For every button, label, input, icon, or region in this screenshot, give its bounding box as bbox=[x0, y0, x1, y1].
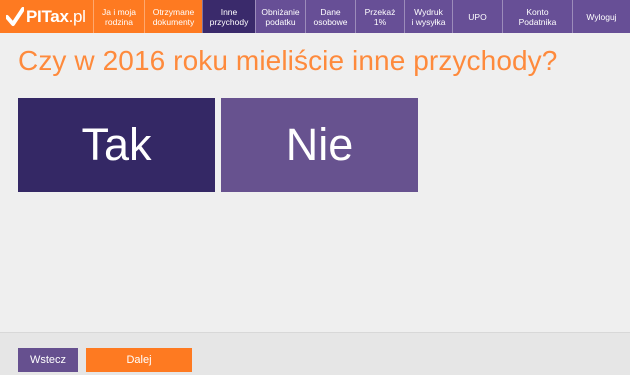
logo-suffix: .pl bbox=[68, 6, 86, 26]
logo-brand: PITax bbox=[26, 6, 69, 26]
nav-item-upo[interactable]: UPO bbox=[452, 0, 502, 33]
nav-item-konto-podatnika[interactable]: Konto Podatnika bbox=[502, 0, 572, 33]
nav-item-inne-przychody[interactable]: Inne przychody bbox=[202, 0, 255, 33]
top-navigation-bar: PITax.pl Ja i moja rodzina Otrzymane dok… bbox=[0, 0, 630, 33]
main-nav: Ja i moja rodzina Otrzymane dokumenty In… bbox=[93, 0, 630, 33]
page-question: Czy w 2016 roku mieliście inne przychody… bbox=[18, 45, 558, 76]
nav-item-przekaz-1[interactable]: Przekaż 1% bbox=[355, 0, 404, 33]
checkmark-icon bbox=[6, 6, 24, 26]
nav-item-ja-i-moja-rodzina[interactable]: Ja i moja rodzina bbox=[93, 0, 144, 33]
yes-option-button[interactable]: Tak bbox=[18, 98, 215, 192]
nav-item-wyloguj[interactable]: Wyloguj bbox=[572, 0, 630, 33]
nav-item-otrzymane-dokumenty[interactable]: Otrzymane dokumenty bbox=[144, 0, 202, 33]
nav-item-obnizanie-podatku[interactable]: Obniżanie podatku bbox=[255, 0, 305, 33]
nav-item-dane-osobowe[interactable]: Dane osobowe bbox=[305, 0, 355, 33]
no-option-button[interactable]: Nie bbox=[221, 98, 418, 192]
next-button[interactable]: Dalej bbox=[86, 348, 192, 372]
pitax-logo[interactable]: PITax.pl bbox=[0, 0, 93, 33]
back-button[interactable]: Wstecz bbox=[18, 348, 78, 372]
nav-item-wydruk-i-wysylka[interactable]: Wydruk i wysyłka bbox=[404, 0, 452, 33]
logo-text: PITax.pl bbox=[26, 7, 86, 27]
